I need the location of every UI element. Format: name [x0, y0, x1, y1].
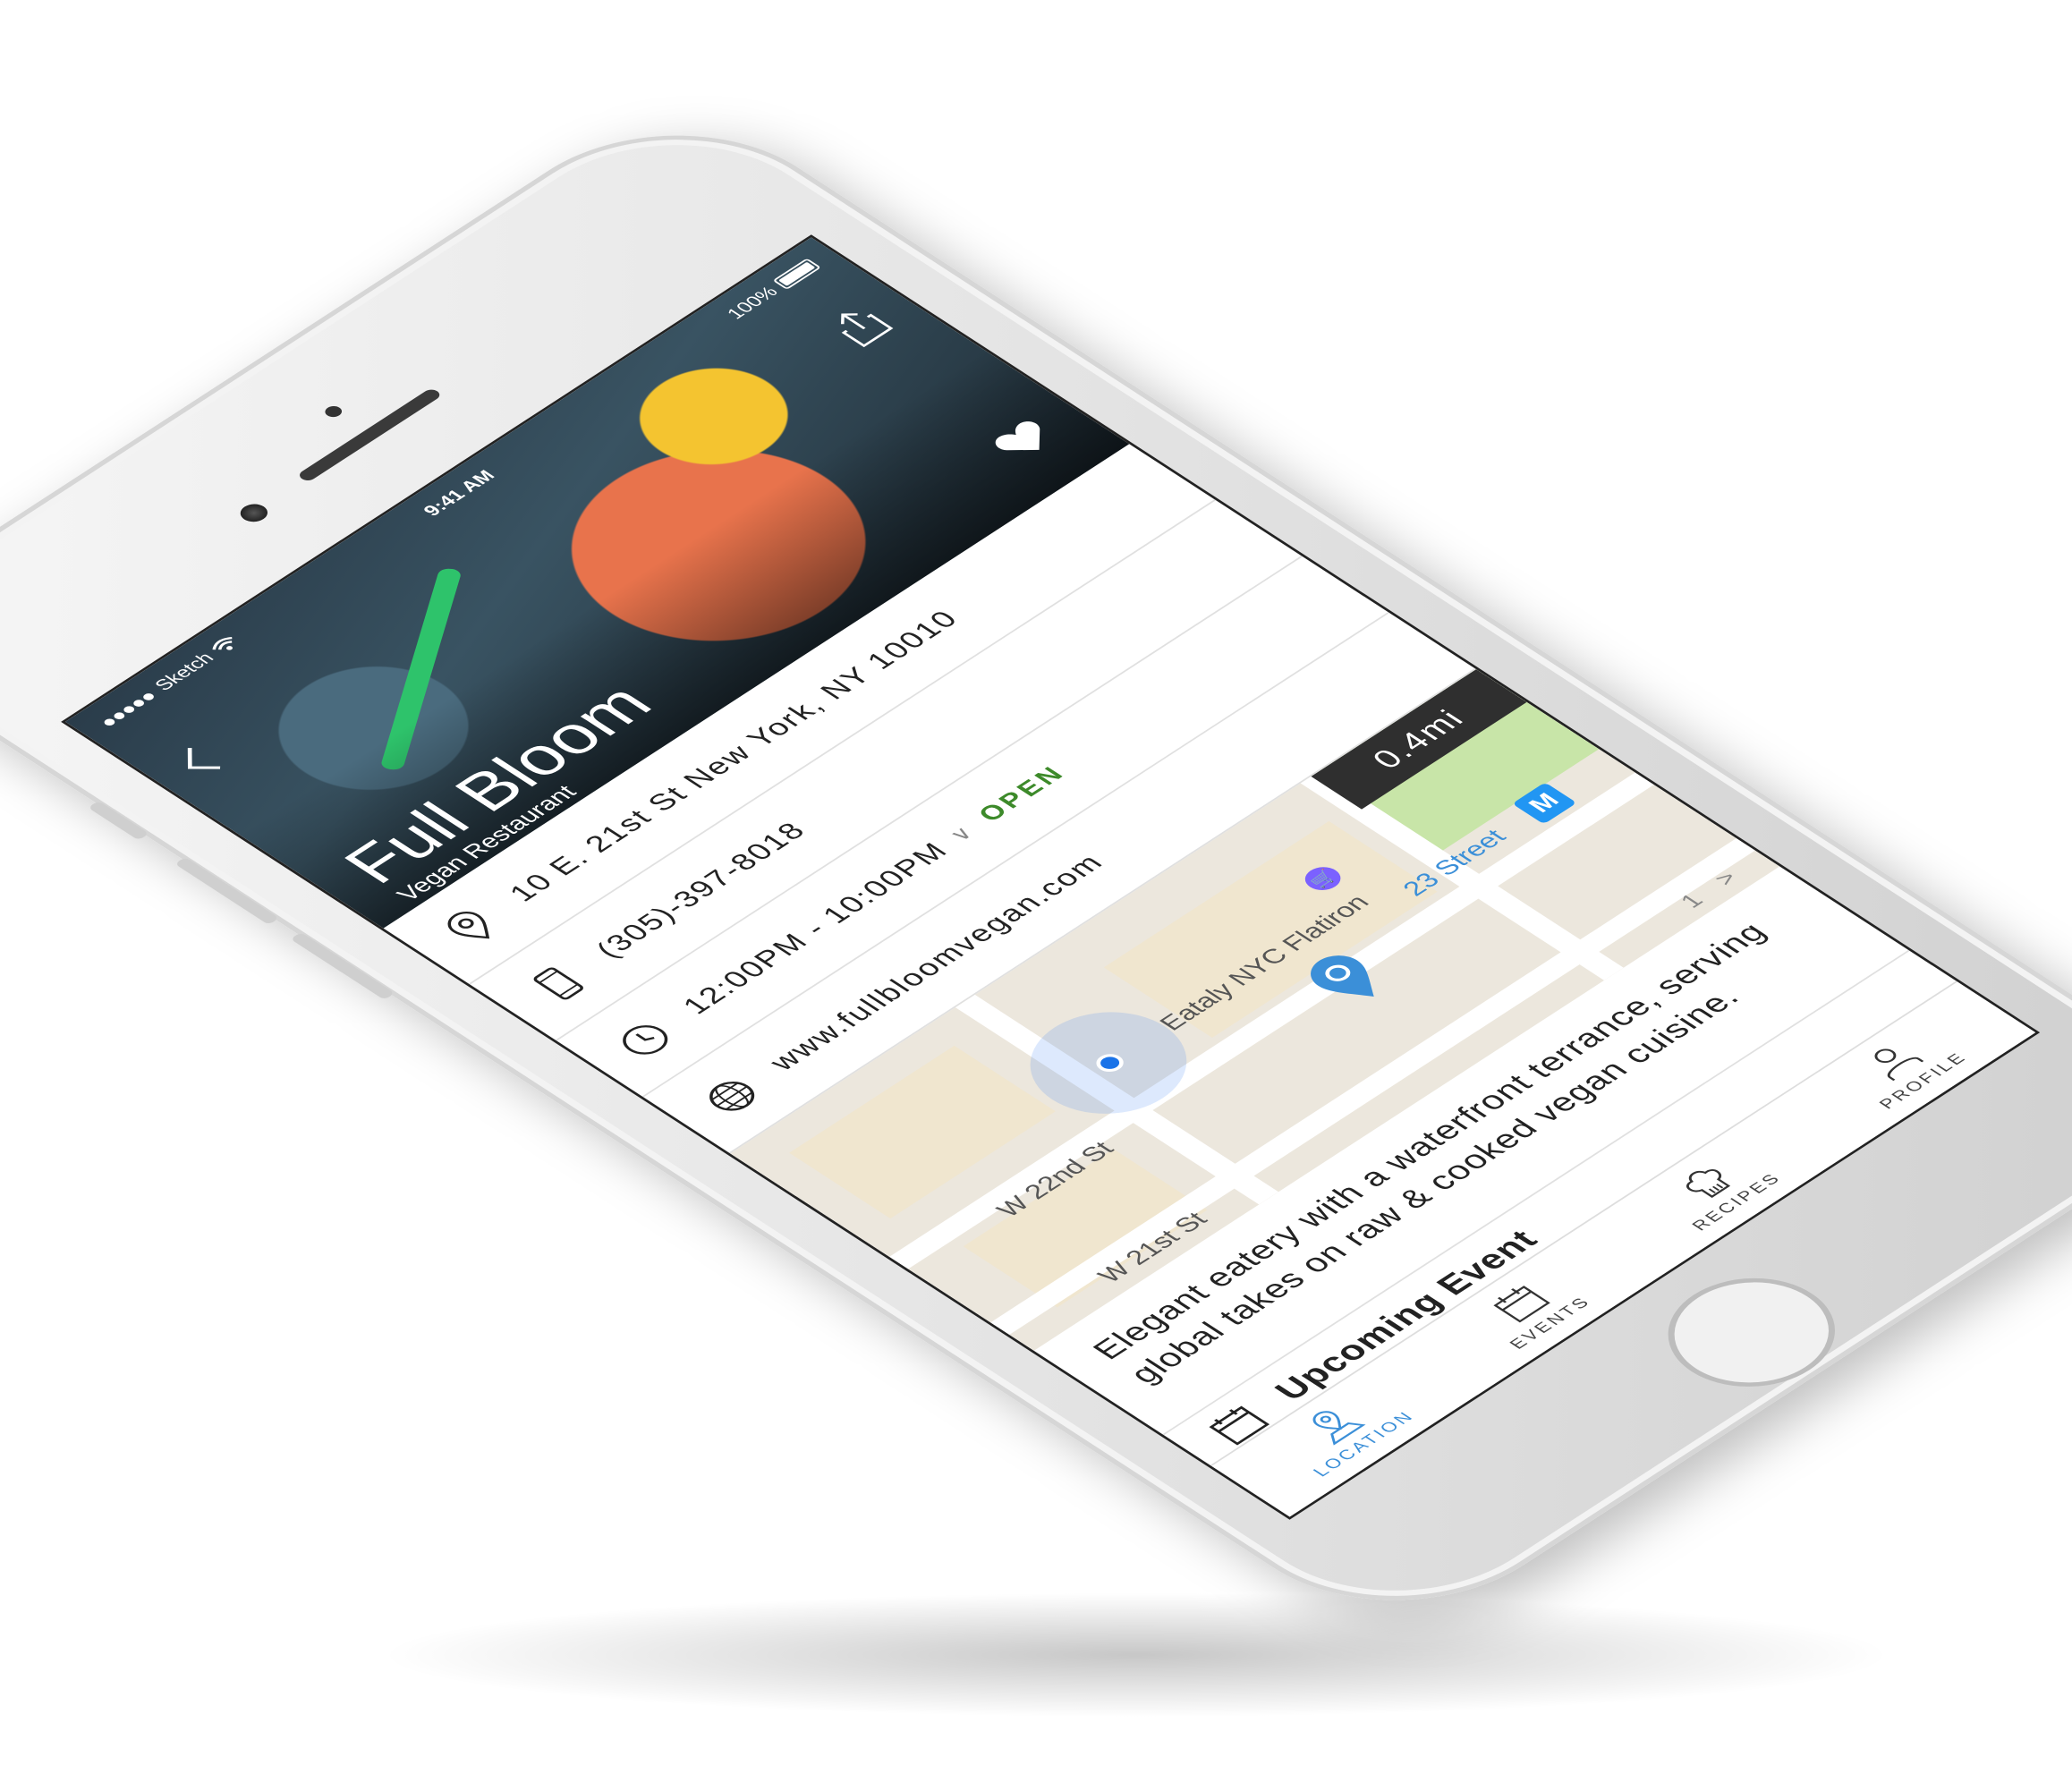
chevron-down-icon[interactable]: ∨ [943, 821, 981, 846]
location-pin-icon [447, 912, 490, 939]
status-right: 100% [722, 257, 823, 323]
chevron-left-icon [187, 748, 221, 769]
front-camera [234, 500, 274, 526]
earpiece-speaker [296, 387, 444, 483]
share-icon [841, 313, 894, 348]
battery-icon [772, 258, 822, 291]
back-button[interactable] [167, 744, 233, 786]
phone-shadow [376, 1592, 1897, 1718]
clock-icon [623, 1025, 668, 1055]
mute-switch [88, 801, 149, 841]
battery-fill [777, 261, 816, 286]
phone-device: Sketch 9:41 AM 100% Full Bloom Vegan Res… [0, 88, 2072, 1648]
volume-down-button [290, 931, 395, 1000]
proximity-sensor [321, 403, 345, 420]
volume-up-button [174, 857, 279, 925]
home-button[interactable] [1634, 1255, 1870, 1409]
globe-icon [709, 1082, 755, 1111]
stage: Sketch 9:41 AM 100% Full Bloom Vegan Res… [0, 0, 2072, 1774]
open-status-badge: OPEN [972, 760, 1073, 827]
smartphone-icon [533, 967, 583, 1000]
battery-percent: 100% [722, 283, 783, 323]
share-button[interactable] [823, 302, 896, 350]
